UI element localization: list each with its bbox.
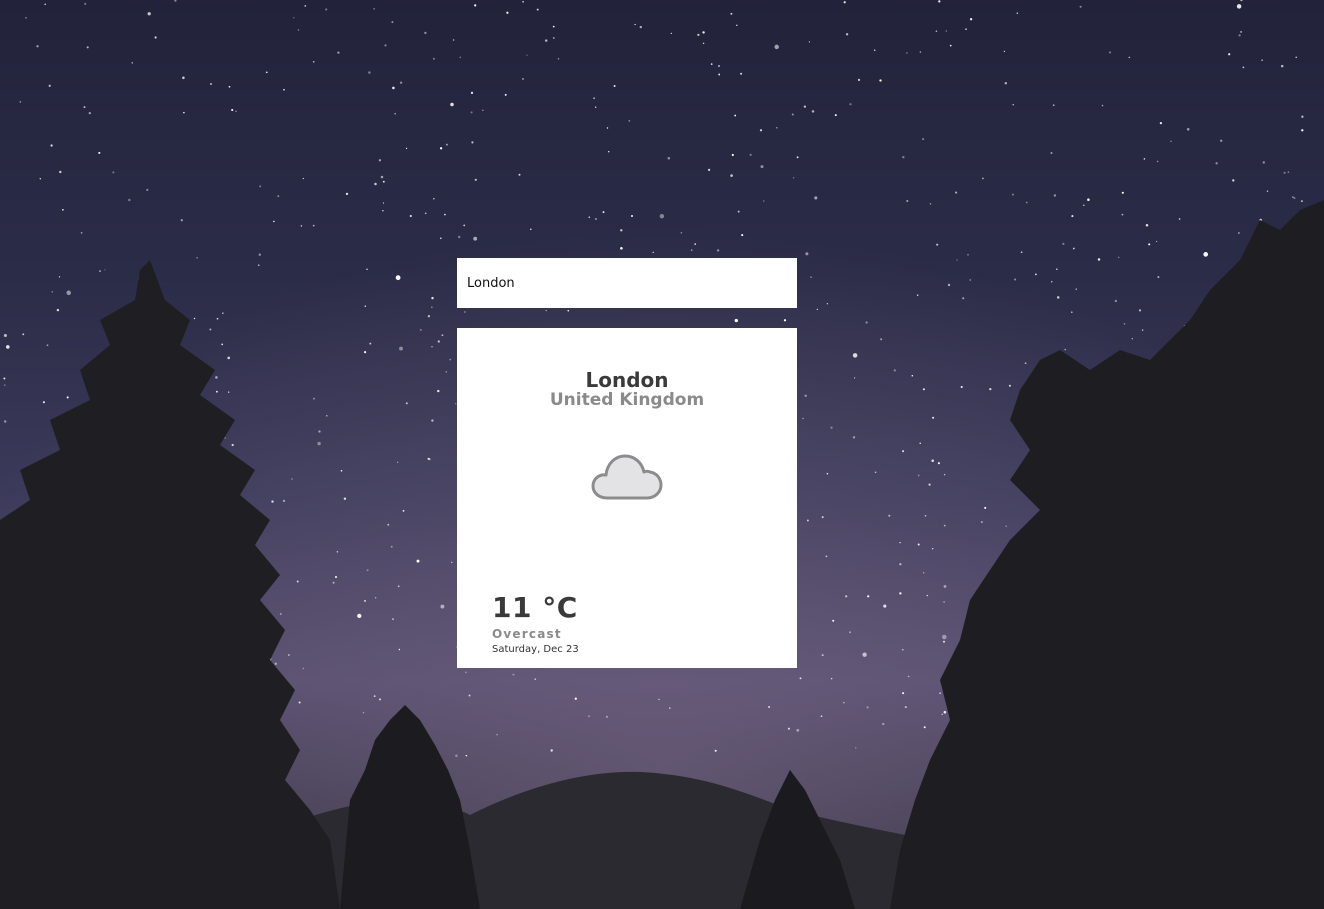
background-scene: London United Kingdom 11 °C Overcast Sat…	[0, 0, 1324, 909]
city-name: London	[585, 368, 669, 392]
search-box	[457, 258, 797, 308]
temperature: 11 °C	[492, 591, 578, 624]
weather-card: London United Kingdom 11 °C Overcast Sat…	[457, 328, 797, 668]
weather-condition: Overcast	[492, 627, 562, 641]
forecast-date: Saturday, Dec 23	[492, 644, 579, 655]
city-search-input[interactable]	[457, 258, 797, 308]
country-name: United Kingdom	[549, 390, 705, 410]
cloud-icon	[589, 450, 665, 506]
